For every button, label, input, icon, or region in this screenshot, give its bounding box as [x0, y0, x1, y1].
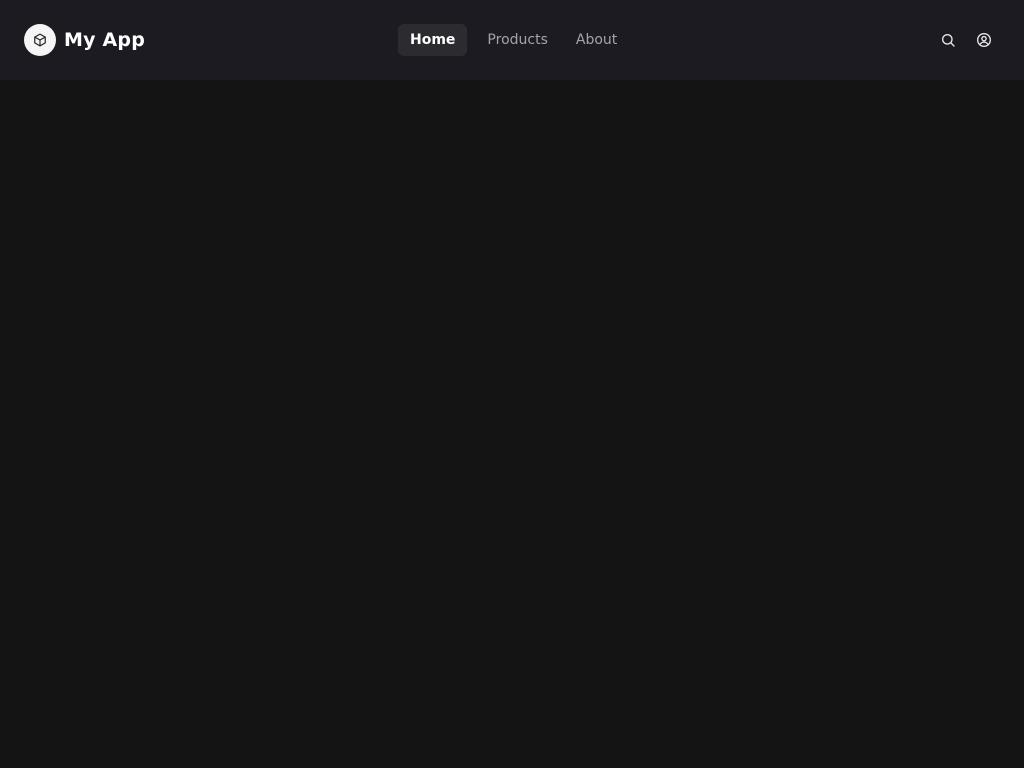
nav-item-home[interactable]: Home: [398, 24, 468, 56]
main-content: [0, 80, 1024, 768]
nav-item-products[interactable]: Products: [475, 24, 559, 56]
app-title: My App: [64, 29, 146, 51]
main-nav: Home Products About: [398, 24, 629, 56]
top-navbar: My App Home Products About: [0, 0, 1024, 80]
brand-link[interactable]: My App: [24, 24, 145, 56]
nav-item-about[interactable]: About: [564, 24, 629, 56]
search-button[interactable]: [936, 28, 960, 52]
search-icon: [942, 34, 955, 47]
account-button[interactable]: [972, 28, 996, 52]
app-logo: [24, 24, 56, 56]
cube-icon: [34, 33, 46, 47]
user-circle-icon: [977, 33, 991, 47]
